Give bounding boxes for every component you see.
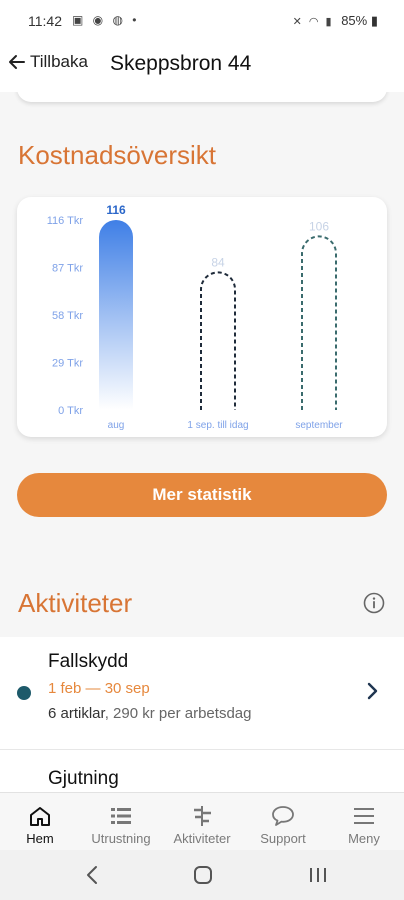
battery-level: 85% xyxy=(341,13,368,28)
signal-icons: ✕ ◠ ▮ xyxy=(292,16,334,28)
activities-title: Aktiviteter xyxy=(18,588,133,618)
more-statistics-button[interactable]: Mer statistik xyxy=(17,473,387,517)
cost-chart-card: 0 Tkr 29 Tkr 58 Tkr 87 Tkr 116 Tkr 116 aug 84 1 … xyxy=(17,197,387,437)
x-category-label: september xyxy=(295,420,343,431)
back-button[interactable]: Tillbaka xyxy=(8,52,88,72)
system-nav-bar xyxy=(0,850,404,900)
tab-home[interactable]: Hem xyxy=(0,793,80,851)
tab-menu[interactable]: Meny xyxy=(324,793,404,851)
timeline-icon xyxy=(194,806,211,826)
activity-name: Gjutning xyxy=(48,768,119,789)
value-label: 116 xyxy=(106,203,126,217)
scroll-content[interactable]: Kostnadsöversikt 0 Tkr 29 Tkr 58 Tkr 87 Tkr… xyxy=(0,92,404,792)
value-label: 84 xyxy=(211,255,225,269)
home-icon xyxy=(30,807,50,826)
y-tick-label: 29 Tkr xyxy=(52,358,83,370)
app-header: Tillbaka Skeppsbron 44 xyxy=(0,40,404,92)
cost-chart: 0 Tkr 29 Tkr 58 Tkr 87 Tkr 116 Tkr 116 aug 84 1 … xyxy=(47,203,344,431)
chevron-right-icon xyxy=(367,682,378,700)
tab-label: Meny xyxy=(348,831,380,846)
bar-1 xyxy=(200,271,236,410)
activity-dates: 1 feb — 30 sep xyxy=(48,680,150,697)
y-tick-label: 58 Tkr xyxy=(52,310,83,322)
list-icon xyxy=(111,808,131,824)
status-right: ✕ ◠ ▮ 85% ▮ xyxy=(293,13,378,29)
value-label: 106 xyxy=(309,219,329,233)
status-bar: 11:42 ▣ ◉ ◍ • ✕ ◠ ▮ 85% ▮ xyxy=(0,0,404,40)
status-dot xyxy=(17,686,31,700)
bottom-tab-bar: Hem Utrustning Aktiviteter Support Meny xyxy=(0,792,404,851)
y-tick-label: 0 Tkr xyxy=(58,405,83,417)
meta-separator: , xyxy=(104,705,114,722)
x-category-label: aug xyxy=(108,420,125,431)
bar-2 xyxy=(301,235,337,410)
tab-label: Hem xyxy=(26,831,54,846)
page-title: Skeppsbron 44 xyxy=(110,52,252,75)
battery-icon: ▮ xyxy=(370,13,378,28)
tab-label: Support xyxy=(260,831,306,846)
tab-activities[interactable]: Aktiviteter xyxy=(162,793,242,851)
previous-card xyxy=(17,92,387,102)
nav-back-icon[interactable] xyxy=(78,862,108,888)
activity-item-fallskydd[interactable]: Fallskydd 1 feb — 30 sep 6 artiklar, 290… xyxy=(0,637,404,749)
info-icon[interactable] xyxy=(363,592,385,614)
bar-0 xyxy=(99,220,133,410)
nav-recents-icon[interactable] xyxy=(303,862,333,888)
activity-count: 6 artiklar xyxy=(48,705,105,722)
tab-label: Aktiviteter xyxy=(173,831,231,846)
activity-meta: 6 artiklar, 290 kr per arbetsdag xyxy=(48,705,251,722)
chat-bubble-icon xyxy=(272,806,294,826)
x-category-label: 1 sep. till idag xyxy=(187,420,248,431)
notification-icons: ▣ ◉ ◍ • xyxy=(72,13,140,27)
activity-rate: 290 kr per arbetsdag xyxy=(113,705,252,722)
arrow-left-icon xyxy=(9,55,25,69)
y-tick-label: 87 Tkr xyxy=(52,263,83,275)
activity-name: Fallskydd xyxy=(48,651,129,672)
y-tick-label: 116 Tkr xyxy=(47,215,84,227)
hamburger-icon xyxy=(354,808,374,824)
back-label: Tillbaka xyxy=(30,52,88,71)
activity-item-gjutning[interactable]: Gjutning xyxy=(0,749,404,792)
nav-home-icon[interactable] xyxy=(188,862,218,888)
tab-support[interactable]: Support xyxy=(243,793,323,851)
cost-overview-title: Kostnadsöversikt xyxy=(18,140,216,170)
status-time: 11:42 xyxy=(28,13,62,29)
tab-label: Utrustning xyxy=(91,831,151,846)
tab-equipment[interactable]: Utrustning xyxy=(81,793,161,851)
